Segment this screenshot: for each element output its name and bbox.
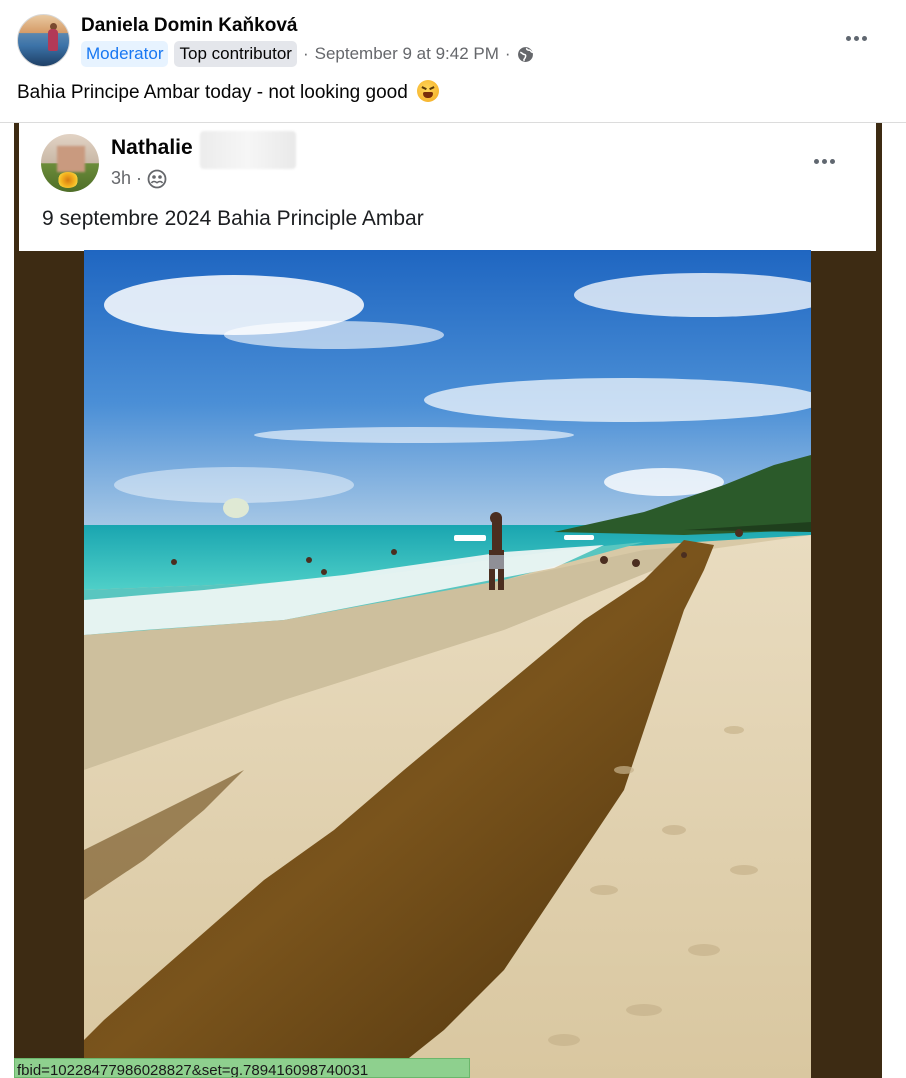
post-text: Bahia Principe Ambar today - not looking… xyxy=(17,80,440,104)
name-redaction-blur xyxy=(200,131,296,169)
blurred-face xyxy=(57,146,85,172)
right-margin xyxy=(882,123,906,1078)
status-bar-url: fbid=10228477986028827&set=g.78941609874… xyxy=(14,1058,470,1078)
author-name[interactable]: Daniela Domin Kaňková xyxy=(81,15,297,37)
post-more-options-button[interactable] xyxy=(836,24,876,52)
tired-face-emoji-icon xyxy=(417,80,440,102)
shared-meta-separator: · xyxy=(136,168,143,188)
left-margin xyxy=(0,123,14,1078)
shared-post-text: 9 septembre 2024 Bahia Principle Ambar xyxy=(42,207,424,230)
beach-photo-illustration xyxy=(84,250,811,1078)
shared-author-name: Nathalie xyxy=(111,136,193,159)
meta-separator: · xyxy=(302,44,309,63)
shared-post-meta: 3h · xyxy=(111,168,167,189)
globe-icon[interactable] xyxy=(517,46,534,63)
shared-post-time: 3h xyxy=(111,168,132,188)
beach-with-seaweed-photo[interactable] xyxy=(84,250,811,1078)
more-options-icon xyxy=(813,158,835,164)
more-options-icon xyxy=(845,35,867,41)
post-text-content: Bahia Principe Ambar today - not looking… xyxy=(17,82,408,103)
shared-post-header: Nathalie 3h · 9 septembre 2024 Bahia Pri… xyxy=(19,123,876,251)
shared-author-avatar xyxy=(41,134,99,192)
post-timestamp[interactable]: September 9 at 9:42 PM xyxy=(315,44,499,64)
post-meta: Moderator Top contributor · September 9 … xyxy=(81,40,534,68)
group-icon xyxy=(147,169,167,189)
shared-more-options-button xyxy=(804,147,844,175)
meta-separator-2: · xyxy=(504,44,511,63)
avatar-figure xyxy=(48,29,58,51)
top-contributor-badge[interactable]: Top contributor xyxy=(174,41,297,67)
facebook-post: Daniela Domin Kaňková Moderator Top cont… xyxy=(0,0,906,1078)
moderator-badge[interactable]: Moderator xyxy=(81,41,169,67)
author-avatar[interactable] xyxy=(17,14,70,67)
sunflower-icon xyxy=(57,172,79,188)
